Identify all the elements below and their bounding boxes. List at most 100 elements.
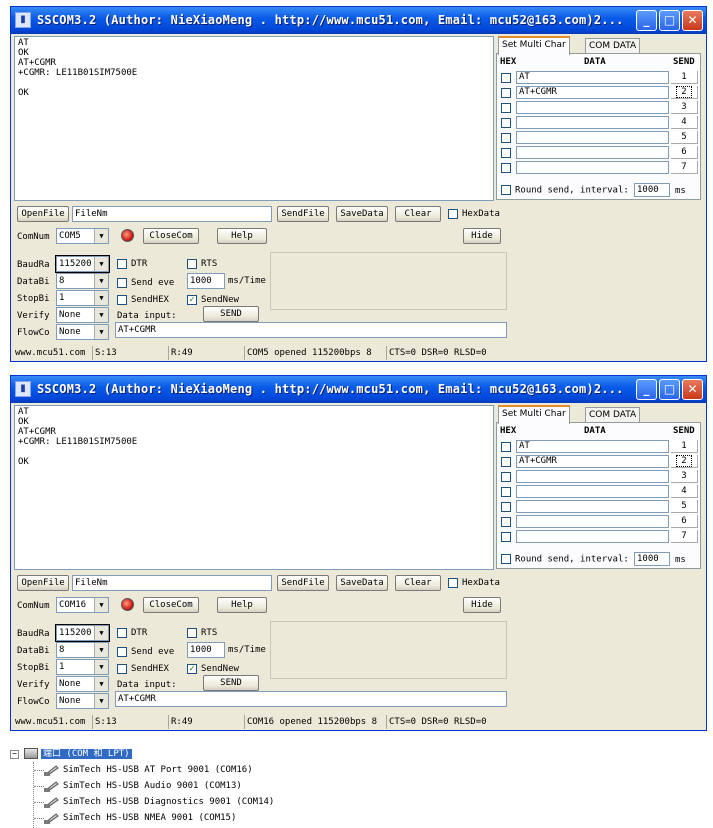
multi-data-input[interactable] <box>516 116 669 129</box>
tree-item[interactable]: SimTech HS-USB Audio 9001 (COM13) <box>44 778 242 794</box>
send-new-checkbox[interactable] <box>187 294 197 305</box>
file-name-input[interactable]: FileNm <box>72 575 272 591</box>
round-send-checkbox[interactable] <box>501 185 511 195</box>
hex-checkbox[interactable] <box>501 517 511 527</box>
round-interval-input[interactable]: 1000 <box>634 552 670 566</box>
send-every-checkbox[interactable] <box>117 277 127 288</box>
multi-data-input[interactable] <box>516 101 669 114</box>
dtr-toggle[interactable]: DTR <box>117 627 147 639</box>
maximize-button[interactable]: □ <box>659 10 680 31</box>
multi-send-button[interactable]: 1 <box>671 440 698 453</box>
send-every-input[interactable]: 1000 <box>187 273 225 289</box>
hex-checkbox[interactable] <box>501 118 511 128</box>
send-hex-checkbox[interactable] <box>117 663 127 674</box>
close-com-button[interactable]: CloseCom <box>143 228 199 244</box>
hide-button[interactable]: Hide <box>463 597 501 613</box>
chevron-down-icon[interactable]: ▼ <box>94 274 108 288</box>
baud-rate-select[interactable]: 115200 ▼ <box>55 624 110 642</box>
rts-toggle[interactable]: RTS <box>187 627 217 639</box>
send-file-button[interactable]: SendFile <box>277 206 329 222</box>
flow-control-select[interactable]: None ▼ <box>56 324 109 340</box>
tree-root-ports[interactable]: − 端口 (COM 和 LPT) <box>10 746 132 762</box>
hex-checkbox[interactable] <box>501 133 511 143</box>
multi-data-input[interactable] <box>516 515 669 528</box>
minimize-button[interactable]: _ <box>636 10 657 31</box>
com-num-select[interactable]: COM16 ▼ <box>56 597 109 613</box>
tree-item[interactable]: SimTech HS-USB AT Port 9001 (COM16) <box>44 762 253 778</box>
hex-checkbox[interactable] <box>501 472 511 482</box>
multi-data-input[interactable] <box>516 131 669 144</box>
hex-checkbox[interactable] <box>501 88 511 98</box>
send-new-toggle[interactable]: SendNew <box>187 663 239 675</box>
dtr-toggle[interactable]: DTR <box>117 258 147 270</box>
chevron-down-icon[interactable]: ▼ <box>94 308 108 322</box>
title-bar[interactable]: ▮ SSCOM3.2 (Author: NieXiaoMeng . http:/… <box>11 7 706 34</box>
multi-data-input[interactable] <box>516 161 669 174</box>
com-num-select[interactable]: COM5 ▼ <box>56 228 109 244</box>
dtr-checkbox[interactable] <box>117 258 127 269</box>
title-bar[interactable]: ▮ SSCOM3.2 (Author: NieXiaoMeng . http:/… <box>11 376 706 403</box>
clear-button[interactable]: Clear <box>395 575 441 591</box>
multi-send-button[interactable]: 4 <box>671 485 698 498</box>
tab-set-multi-char[interactable]: Set Multi Char <box>498 405 570 424</box>
chevron-down-icon[interactable]: ▼ <box>94 694 108 708</box>
close-button[interactable]: ✕ <box>682 10 703 31</box>
open-file-button[interactable]: OpenFile <box>17 575 69 591</box>
hex-checkbox[interactable] <box>501 148 511 158</box>
stop-bits-select[interactable]: 1 ▼ <box>56 659 109 675</box>
hex-checkbox[interactable] <box>501 487 511 497</box>
multi-send-button[interactable]: 6 <box>671 515 698 528</box>
round-interval-input[interactable]: 1000 <box>634 183 670 197</box>
multi-send-button[interactable]: 7 <box>671 161 698 174</box>
multi-send-button[interactable]: 1 <box>671 71 698 84</box>
flow-control-select[interactable]: None ▼ <box>56 693 109 709</box>
minimize-button[interactable]: _ <box>636 379 657 400</box>
dtr-checkbox[interactable] <box>117 627 127 638</box>
file-name-input[interactable]: FileNm <box>72 206 272 222</box>
multi-data-input[interactable]: AT+CGMR <box>516 455 669 468</box>
maximize-button[interactable]: □ <box>659 379 680 400</box>
send-file-button[interactable]: SendFile <box>277 575 329 591</box>
tab-com-data[interactable]: COM DATA <box>585 38 641 54</box>
rts-checkbox[interactable] <box>187 627 197 638</box>
verify-select[interactable]: None ▼ <box>56 307 109 323</box>
tree-item[interactable]: SimTech HS-USB Diagnostics 9001 (COM14) <box>44 794 274 810</box>
hide-button[interactable]: Hide <box>463 228 501 244</box>
send-every-toggle[interactable]: Send eve <box>117 646 174 658</box>
send-new-toggle[interactable]: SendNew <box>187 294 239 306</box>
chevron-down-icon[interactable]: ▼ <box>94 291 108 305</box>
multi-data-input[interactable]: AT <box>516 71 669 84</box>
help-button[interactable]: Help <box>217 228 267 244</box>
multi-data-input[interactable] <box>516 530 669 543</box>
stop-bits-select[interactable]: 1 ▼ <box>56 290 109 306</box>
multi-send-button[interactable]: 3 <box>671 470 698 483</box>
chevron-down-icon[interactable]: ▼ <box>94 626 108 640</box>
chevron-down-icon[interactable]: ▼ <box>94 257 108 271</box>
close-button[interactable]: ✕ <box>682 379 703 400</box>
multi-send-button[interactable]: 2 <box>671 455 698 468</box>
multi-send-button[interactable]: 3 <box>671 101 698 114</box>
rts-toggle[interactable]: RTS <box>187 258 217 270</box>
chevron-down-icon[interactable]: ▼ <box>94 643 108 657</box>
hex-checkbox[interactable] <box>501 532 511 542</box>
multi-data-input[interactable]: AT+CGMR <box>516 86 669 99</box>
multi-data-input[interactable] <box>516 500 669 513</box>
multi-send-button[interactable]: 5 <box>671 500 698 513</box>
save-data-button[interactable]: SaveData <box>336 206 388 222</box>
data-bits-select[interactable]: 8 ▼ <box>56 642 109 658</box>
multi-send-button[interactable]: 4 <box>671 116 698 129</box>
hex-data-checkbox[interactable] <box>448 577 458 588</box>
hex-checkbox[interactable] <box>501 103 511 113</box>
data-input-field[interactable]: AT+CGMR <box>115 691 507 707</box>
send-every-toggle[interactable]: Send eve <box>117 277 174 289</box>
multi-send-button[interactable]: 7 <box>671 530 698 543</box>
chevron-down-icon[interactable]: ▼ <box>94 677 108 691</box>
data-bits-select[interactable]: 8 ▼ <box>56 273 109 289</box>
chevron-down-icon[interactable]: ▼ <box>94 229 108 243</box>
collapse-icon[interactable]: − <box>10 750 19 759</box>
hex-data-toggle[interactable]: HexData <box>448 208 500 220</box>
multi-send-button[interactable]: 6 <box>671 146 698 159</box>
multi-data-input[interactable]: AT <box>516 440 669 453</box>
tree-item[interactable]: SimTech HS-USB NMEA 9001 (COM15) <box>44 810 236 826</box>
chevron-down-icon[interactable]: ▼ <box>94 598 108 612</box>
